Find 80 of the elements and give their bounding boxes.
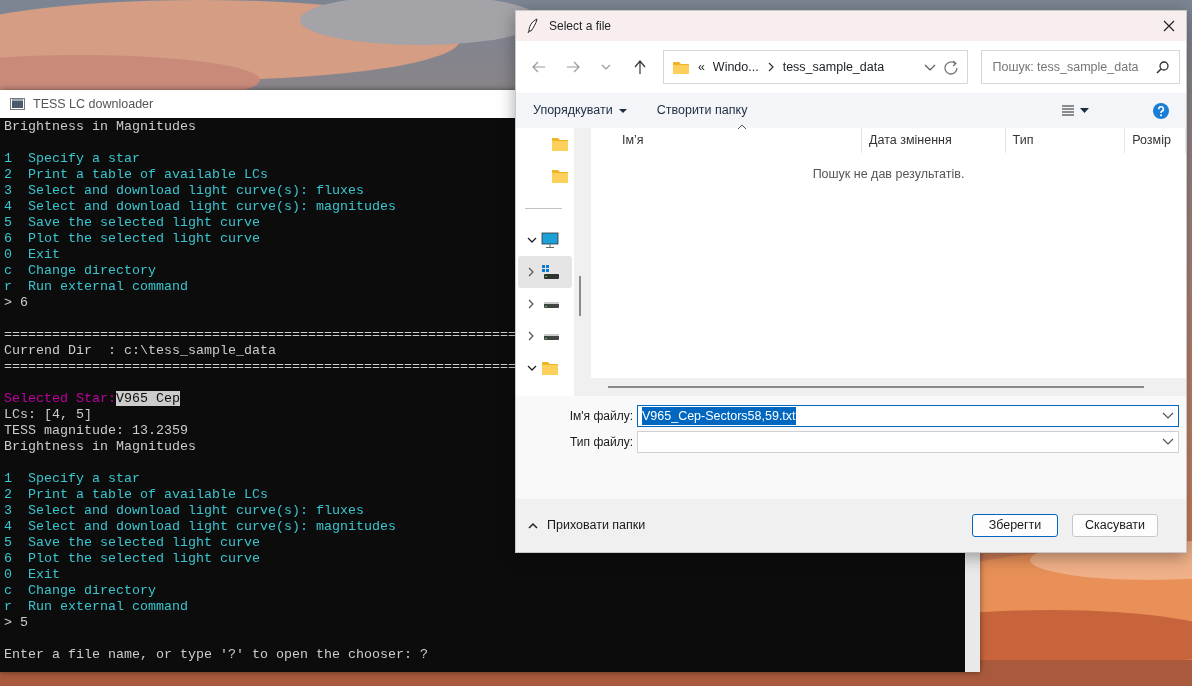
console-line: c Change directory bbox=[4, 263, 156, 279]
search-icon[interactable] bbox=[1156, 60, 1169, 74]
breadcrumb[interactable]: tess_sample_data bbox=[782, 57, 885, 77]
search-placeholder: Пошук: tess_sample_data bbox=[992, 58, 1139, 76]
console-line: Brightness in Magnitudes bbox=[4, 119, 196, 135]
window-title: Select a file bbox=[549, 18, 612, 35]
command-button[interactable]: Створити папку bbox=[656, 101, 748, 120]
dialog-button[interactable]: Скасувати bbox=[1072, 514, 1158, 537]
console-line: > 6 bbox=[4, 295, 28, 311]
back-icon[interactable] bbox=[530, 59, 547, 75]
folder-icon bbox=[671, 59, 690, 75]
chevron-down-icon[interactable] bbox=[527, 364, 537, 372]
command-button[interactable]: Упорядкувати bbox=[533, 101, 627, 120]
field-label: Тип файлу: bbox=[569, 434, 634, 451]
folder-icon bbox=[551, 136, 569, 152]
console-icon bbox=[10, 97, 25, 111]
drive-icon bbox=[541, 264, 559, 280]
column-header[interactable]: Тип bbox=[1005, 128, 1126, 153]
console-line: TESS magnitude: 13.2359 bbox=[4, 423, 188, 439]
console-line: r Run external command bbox=[4, 599, 188, 615]
chevron-down-icon[interactable] bbox=[1162, 438, 1174, 446]
console-line: Enter a file name, or type '?' to open the chooser: ? bbox=[4, 647, 428, 663]
close-icon[interactable] bbox=[1162, 19, 1176, 33]
address-bar[interactable]: « Windo... tess_sample_data bbox=[662, 50, 969, 84]
column-header[interactable]: Ім’я bbox=[591, 128, 863, 153]
combo-field[interactable]: V965_Cep-Sectors58,59.txt bbox=[637, 405, 1179, 427]
console-line: ================================================================ bbox=[4, 359, 516, 375]
field-label: Ім'я файлу: bbox=[568, 408, 634, 425]
console-line: r Run external command bbox=[4, 279, 188, 295]
window-title: TESS LC downloader bbox=[33, 95, 154, 113]
chevron-up-icon bbox=[528, 521, 538, 530]
up-arrow-icon[interactable] bbox=[632, 59, 648, 75]
caret-icon bbox=[618, 108, 627, 113]
search-field[interactable]: Пошук: tess_sample_data bbox=[981, 50, 1180, 84]
console-line: 1 Specify a star bbox=[4, 151, 140, 167]
monitor-icon bbox=[541, 232, 559, 248]
chevron-down-icon[interactable] bbox=[924, 62, 937, 72]
console-line: 4 Select and download light curve(s): magnitudes bbox=[4, 519, 396, 535]
console-line: 3 Select and download light curve(s): fluxes bbox=[4, 503, 364, 519]
console-line: 1 Specify a star bbox=[4, 471, 140, 487]
console-label: Selected Star: bbox=[4, 391, 116, 406]
console-line: 6 Plot the selected light curve bbox=[4, 231, 260, 247]
feather-icon bbox=[526, 18, 539, 34]
breadcrumb[interactable]: Windo... bbox=[712, 57, 759, 77]
chevron-down-icon[interactable] bbox=[527, 236, 537, 244]
chevron-right-icon bbox=[766, 62, 775, 72]
console-line: Brightness in Magnitudes bbox=[4, 439, 196, 455]
empty-message: Пошук не дав результатів. bbox=[812, 166, 965, 183]
console-line: 5 Save the selected light curve bbox=[4, 535, 260, 551]
nav-item[interactable] bbox=[518, 256, 572, 288]
caret-icon[interactable] bbox=[1080, 108, 1089, 113]
console-line: 5 Save the selected light curve bbox=[4, 215, 260, 231]
forward-icon[interactable] bbox=[564, 59, 581, 75]
column-header[interactable]: Дата змінення bbox=[862, 128, 1006, 153]
console-line: 4 Select and download light curve(s): magnitudes bbox=[4, 199, 396, 215]
scrollbar[interactable] bbox=[591, 378, 1186, 396]
combo-field[interactable] bbox=[637, 431, 1179, 453]
list-view-icon[interactable] bbox=[1062, 105, 1074, 116]
hide-folders-toggle[interactable]: Приховати папки bbox=[528, 516, 646, 535]
chevron-down-icon[interactable] bbox=[1162, 412, 1174, 420]
console-line: 2 Print a table of available LCs bbox=[4, 167, 268, 183]
help-icon[interactable] bbox=[1153, 102, 1169, 119]
console-line: 0 Exit bbox=[4, 567, 60, 583]
console-line: 6 Plot the selected light curve bbox=[4, 551, 260, 567]
folder-icon bbox=[541, 360, 559, 376]
refresh-icon[interactable] bbox=[944, 59, 960, 75]
console-line: 0 Exit bbox=[4, 247, 60, 263]
console-line: c Change directory bbox=[4, 583, 156, 599]
overflow-mark[interactable]: « bbox=[697, 57, 705, 77]
console-line: 2 Print a table of available LCs bbox=[4, 487, 268, 503]
selected-text: V965 Cep bbox=[116, 391, 180, 406]
console-line: ================================================================ bbox=[4, 327, 516, 343]
console-line: LCs: [4, 5] bbox=[4, 407, 92, 423]
console-line: 3 Select and download light curve(s): fluxes bbox=[4, 183, 364, 199]
column-header[interactable]: Розмір bbox=[1125, 128, 1186, 153]
console-line: Currend Dir : c:\tess_sample_data bbox=[4, 343, 276, 359]
scrollbar[interactable] bbox=[574, 128, 591, 396]
dialog-button[interactable]: Зберегти bbox=[972, 514, 1058, 537]
folder-icon bbox=[551, 168, 569, 184]
console-line: > 5 bbox=[4, 615, 28, 631]
